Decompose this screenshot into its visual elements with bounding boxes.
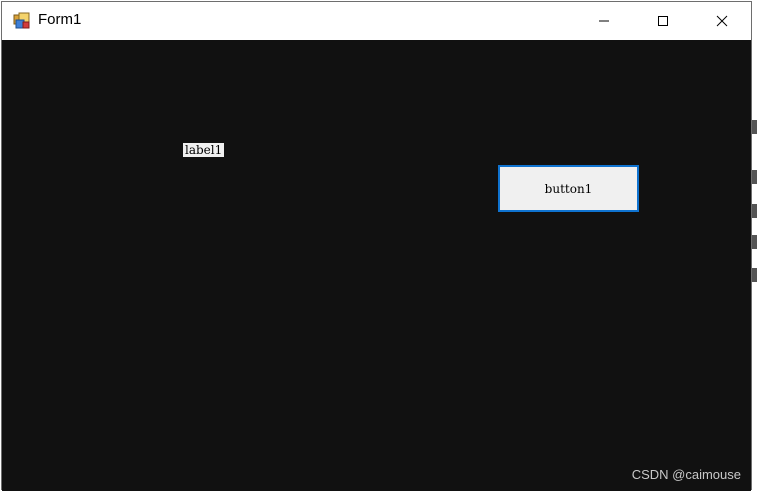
minimize-icon — [598, 12, 610, 31]
maximize-button[interactable] — [633, 2, 692, 40]
button1[interactable]: button1 — [498, 165, 639, 212]
form-window: Form1 label1 button1 CSDN @caimouse — [1, 1, 752, 491]
edge-glyph — [752, 120, 757, 134]
title-bar[interactable]: Form1 — [2, 2, 751, 40]
minimize-button[interactable] — [574, 2, 633, 40]
background-edge-text — [752, 38, 757, 490]
window-title: Form1 — [38, 11, 82, 28]
label1: label1 — [183, 143, 225, 157]
close-button[interactable] — [692, 2, 751, 40]
edge-glyph — [752, 170, 757, 184]
app-form-icon — [13, 12, 31, 30]
watermark-text: CSDN @caimouse — [631, 467, 741, 482]
edge-glyph — [752, 268, 757, 282]
maximize-icon — [657, 12, 669, 31]
edge-glyph — [752, 204, 757, 218]
form-client-area: label1 button1 CSDN @caimouse — [2, 40, 751, 491]
close-icon — [716, 12, 728, 31]
edge-glyph — [752, 235, 757, 249]
window-controls — [574, 2, 751, 40]
